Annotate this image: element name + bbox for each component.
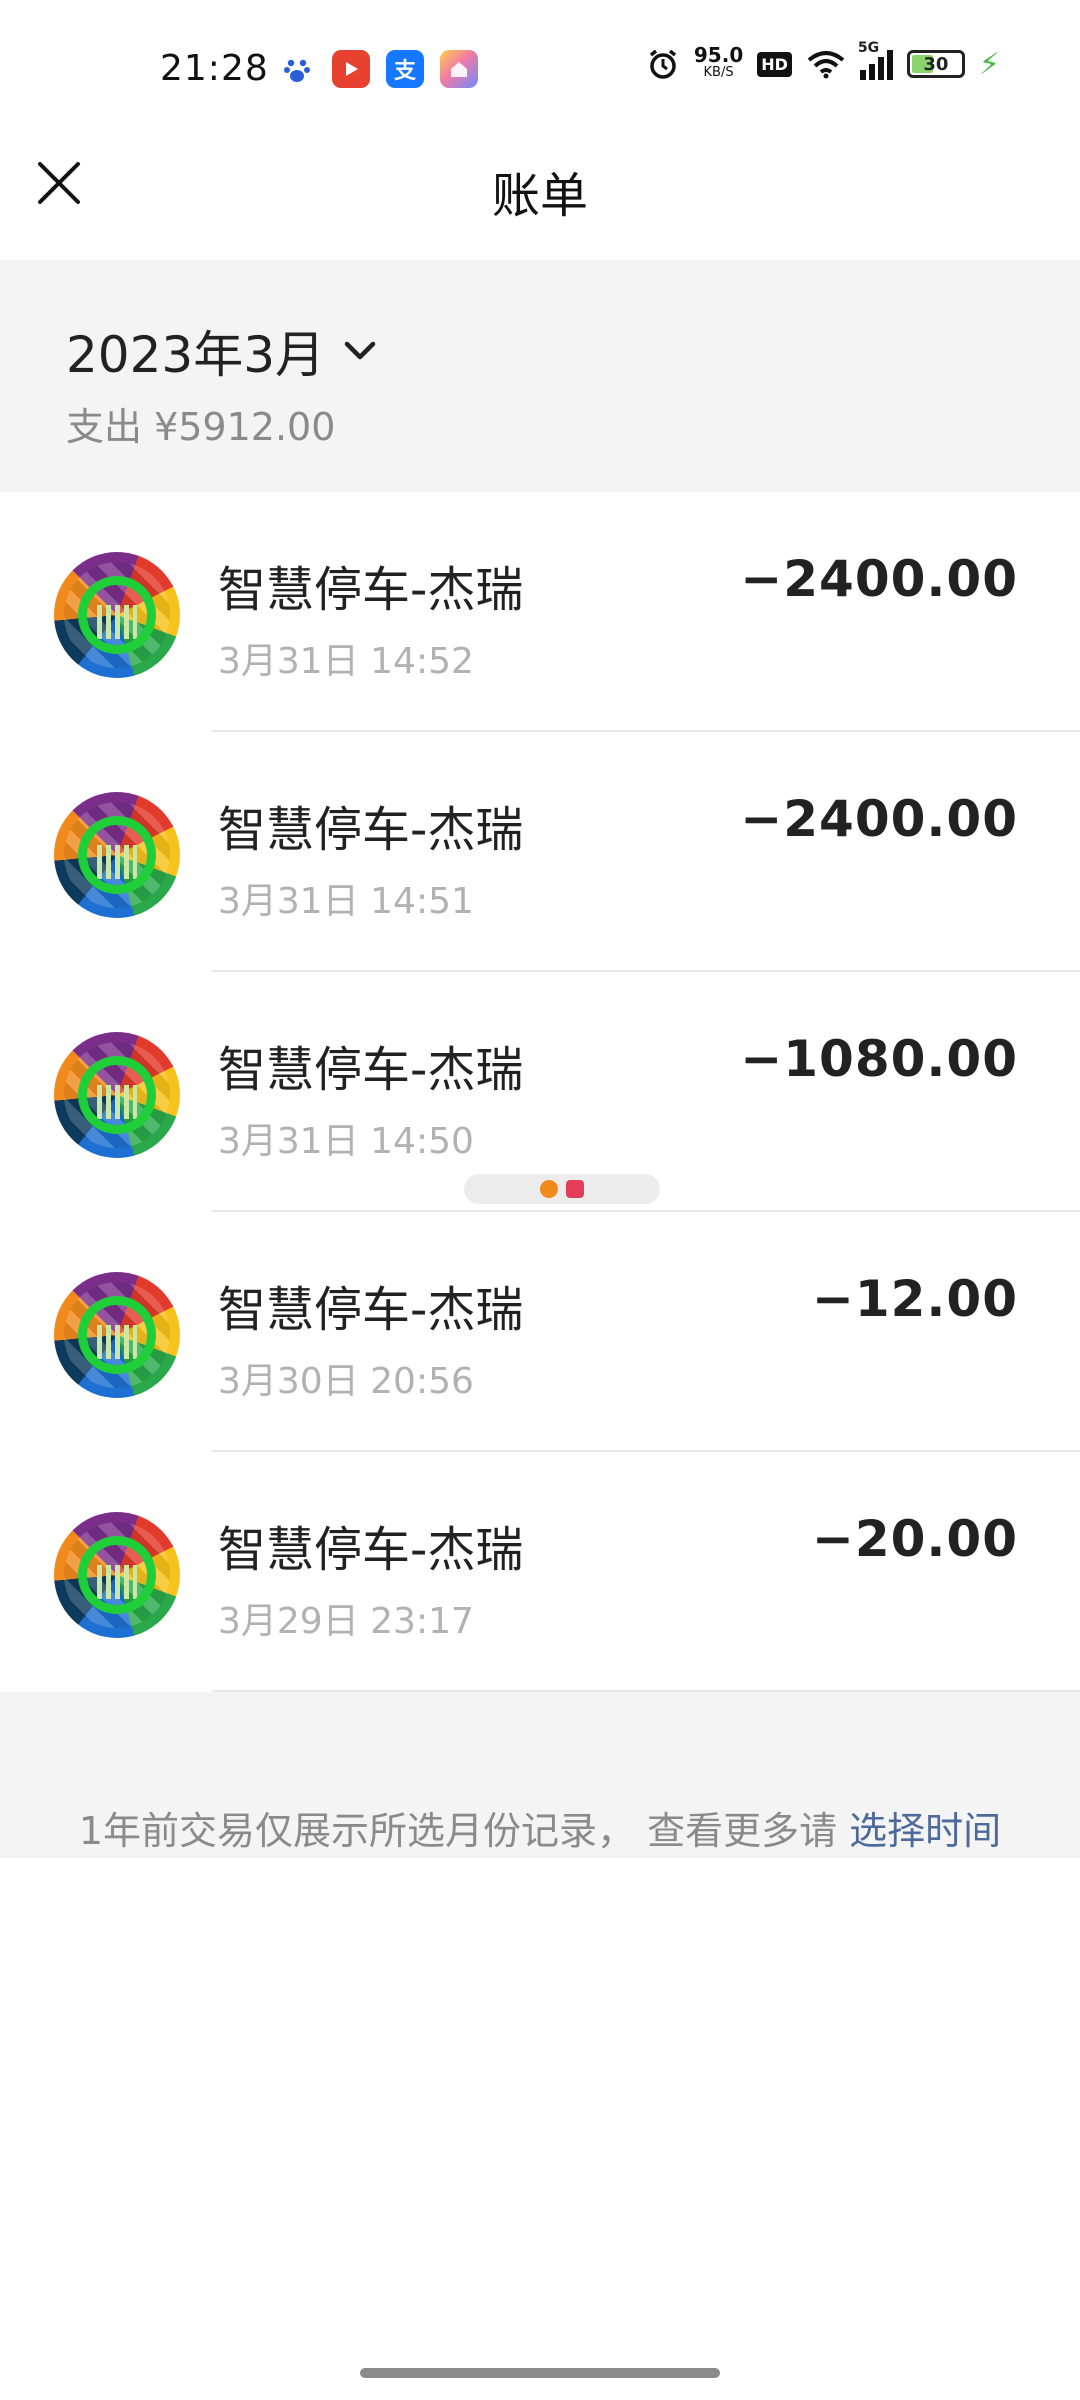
- transaction-amount: −2400.00: [740, 550, 1018, 608]
- merchant-name: 智慧停车-杰瑞: [218, 1042, 524, 1098]
- home-app-icon: [440, 50, 478, 88]
- transaction-amount: −1080.00: [740, 1030, 1018, 1088]
- transaction-datetime: 3月31日 14:52: [218, 641, 474, 682]
- alarm-icon: [649, 49, 676, 79]
- transaction-list: 智慧停车-杰瑞 3月31日 14:52 −2400.00 智慧停车-杰瑞 3月3…: [0, 492, 1080, 1692]
- merchant-name: 智慧停车-杰瑞: [218, 562, 524, 618]
- notification-app-icons: 支: [278, 50, 478, 88]
- page-title: 账单: [491, 168, 588, 224]
- footer-note: 1年前交易仅展示所选月份记录， 查看更多请 选择时间: [0, 1800, 1080, 1855]
- footer-note-text: 1年前交易仅展示所选月份记录， 查看更多请: [78, 1809, 850, 1853]
- transaction-amount: −20.00: [811, 1510, 1018, 1568]
- battery-level: 30: [923, 53, 949, 75]
- merchant-name: 智慧停车-杰瑞: [218, 1282, 524, 1338]
- transaction-row[interactable]: 智慧停车-杰瑞 3月30日 20:56 −12.00: [0, 1212, 1080, 1452]
- baidu-icon: [278, 50, 316, 88]
- transaction-datetime: 3月31日 14:50: [218, 1121, 474, 1162]
- merchant-name: 智慧停车-杰瑞: [218, 1522, 524, 1578]
- merchant-avatar: [54, 552, 180, 678]
- alipay-icon: 支: [386, 50, 424, 88]
- network-type: 5G: [857, 40, 880, 56]
- charging-icon: ⚡: [978, 46, 1000, 82]
- month-label: 2023年3月: [66, 326, 326, 384]
- transaction-amount: −12.00: [811, 1270, 1018, 1328]
- merchant-avatar: [54, 1032, 180, 1158]
- transaction-row[interactable]: 智慧停车-杰瑞 3月31日 14:51 −2400.00: [0, 732, 1080, 972]
- video-play-icon: [332, 50, 370, 88]
- alipay-glyph: 支: [393, 59, 416, 84]
- status-indicators: 95.0 KB/S HD 5G 30 ⚡: [646, 40, 1000, 82]
- hd-badge: HD: [757, 51, 792, 77]
- merchant-avatar: [54, 1512, 180, 1638]
- chevron-down-icon: [344, 341, 376, 360]
- transaction-datetime: 3月30日 20:56: [218, 1361, 474, 1402]
- signal-icon: 5G: [858, 40, 893, 80]
- merchant-avatar: [54, 1272, 180, 1398]
- monthly-expense-total: 支出 ¥5912.00: [66, 405, 336, 449]
- network-speed: 95.0 KB/S: [694, 45, 743, 82]
- watermark: [464, 1174, 660, 1204]
- battery-icon: 30: [906, 50, 965, 78]
- transaction-datetime: 3月31日 14:51: [218, 881, 474, 922]
- merchant-name: 智慧停车-杰瑞: [218, 802, 524, 858]
- wifi-icon: [807, 51, 845, 79]
- home-indicator[interactable]: [360, 2368, 720, 2378]
- transaction-datetime: 3月29日 23:17: [218, 1601, 474, 1642]
- month-selector[interactable]: 2023年3月: [66, 315, 377, 387]
- transaction-row[interactable]: 智慧停车-杰瑞 3月31日 14:52 −2400.00: [0, 492, 1080, 732]
- status-bar: 21:28 支 95.0 KB/S HD 5G 30 ⚡: [0, 0, 1080, 140]
- status-time: 21:28: [160, 48, 269, 89]
- merchant-avatar: [54, 792, 180, 918]
- transaction-row[interactable]: 智慧停车-杰瑞 3月29日 23:17 −20.00: [0, 1452, 1080, 1692]
- transaction-amount: −2400.00: [740, 790, 1018, 848]
- select-time-link[interactable]: 选择时间: [849, 1809, 1001, 1853]
